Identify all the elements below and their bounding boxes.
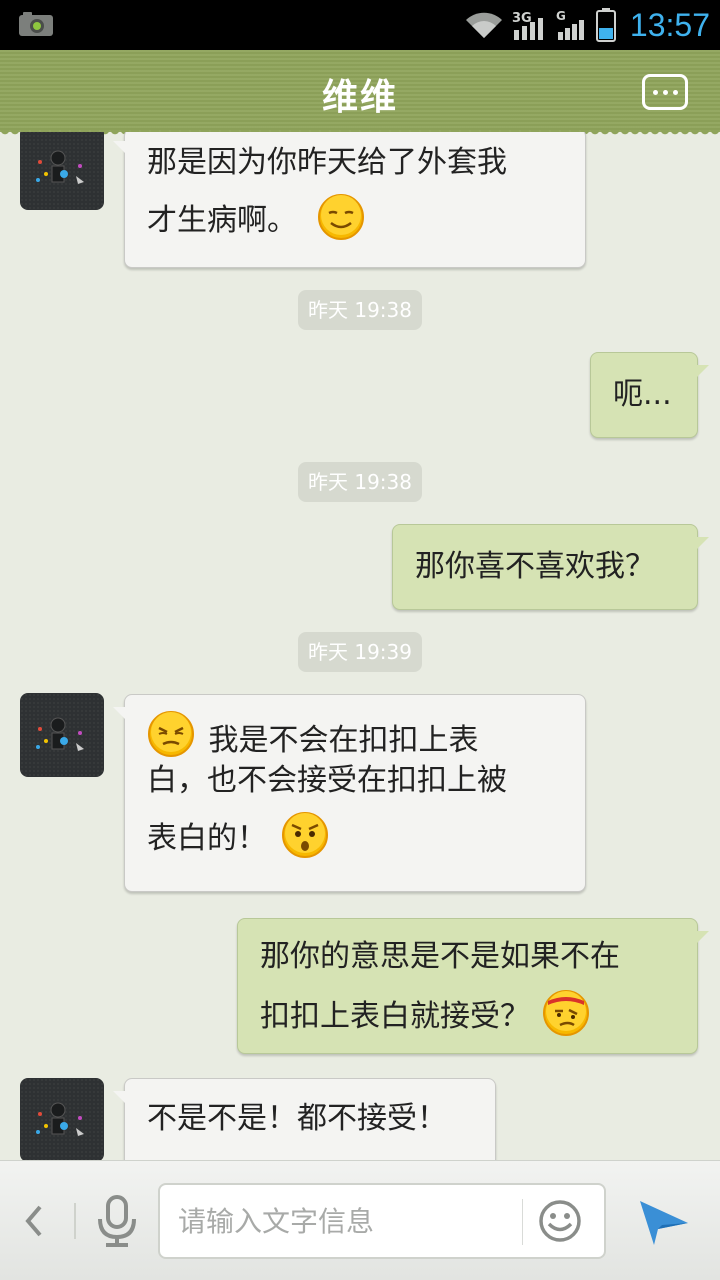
chat-area[interactable]: 那是因为你昨天给了外套我 才生病啊。 昨天 19:38 呃... 昨天 19:3… [0,132,720,1160]
message-text-line: 扣扣上表白就接受？ [260,989,675,1039]
svg-text:G: G [556,9,566,23]
status-time: 13:57 [629,6,710,43]
avatar-figure-icon [36,150,84,184]
chat-title: 维维 [321,77,398,118]
g-signal-icon: G [556,9,584,40]
message-text: 呃... [613,377,672,412]
smile-emoji-icon [317,193,364,240]
contact-avatar[interactable] [20,1078,104,1160]
message-bubble-incoming[interactable]: 我是不会在扣扣上表 白，也不会接受在扣扣上被 表白的！ [113,694,586,892]
microphone-icon[interactable] [96,1195,138,1249]
input-bar [0,1160,720,1280]
timestamp: 昨天 19:39 [298,632,422,672]
message-text-line: 表白的！ [147,811,563,861]
android-camera-icon [19,12,53,36]
message-text: 那你喜不喜欢我？ [415,549,655,584]
message-text: 才生病啊。 [147,203,297,238]
message-text: 扣扣上表白就接受？ [260,999,530,1034]
message-text-line: 才生病啊。 [147,193,563,243]
message-input-box [158,1183,606,1259]
battery-icon [595,8,616,42]
message-bubble-outgoing[interactable]: 那你喜不喜欢我？ [392,524,709,610]
message-text: 白，也不会接受在扣扣上被 [147,763,507,798]
avatar-figure-icon [36,1102,84,1136]
emoji-face-icon[interactable] [538,1199,582,1243]
wifi-icon [465,12,502,38]
timestamp: 昨天 19:38 [298,290,422,330]
surprised-emoji-icon [281,811,328,858]
frown-emoji-icon [148,710,194,757]
message-bubble-incoming[interactable]: 不是不是！都不接受！ [113,1078,496,1160]
message-text: 不是不是！都不接受！ [147,1101,447,1136]
message-text-line: 我是不会在扣扣上表 [147,710,563,763]
status-bar: 3G G 13:57 [0,0,720,50]
message-text: 那是因为你昨天给了外套我 [147,145,507,180]
message-text: 那你的意思是不是如果不在 [260,939,620,974]
send-icon[interactable] [636,1193,692,1249]
divider [522,1199,523,1245]
avatar-figure-icon [36,717,84,751]
message-text: 表白的！ [147,821,267,856]
message-bubble-outgoing[interactable]: 呃... [590,352,709,438]
contact-avatar[interactable] [20,693,104,777]
timestamp: 昨天 19:38 [298,462,422,502]
back-chevron-icon[interactable] [22,1201,52,1241]
3g-signal-icon: 3G [512,11,543,40]
title-bar: 维维 [0,50,720,132]
message-bubble-incoming[interactable]: 那是因为你昨天给了外套我 才生病啊。 [113,132,586,268]
svg-text:3G: 3G [512,11,532,26]
message-text: 我是不会在扣扣上表 [208,723,479,758]
divider [74,1203,76,1239]
suspicious-emoji-icon [542,989,589,1036]
more-icon[interactable] [642,74,688,110]
message-bubble-outgoing[interactable]: 那你的意思是不是如果不在 扣扣上表白就接受？ [237,918,709,1054]
message-input[interactable] [178,1185,518,1257]
contact-avatar[interactable] [20,132,104,210]
